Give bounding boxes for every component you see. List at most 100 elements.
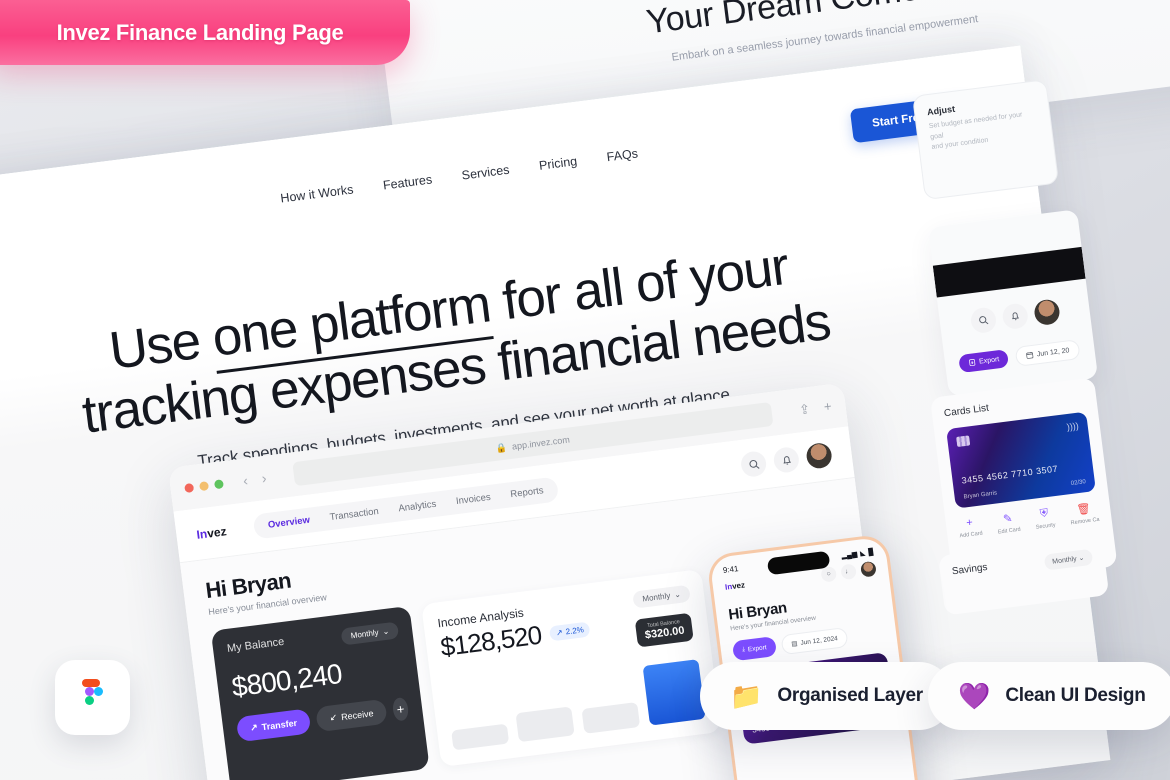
bell-icon[interactable]: ♩ bbox=[840, 563, 857, 581]
mockup-toolbar: Export Jun 12, 20 bbox=[944, 337, 1095, 376]
folder-icon: 📁 bbox=[730, 681, 763, 711]
trend-up-icon: ↗ bbox=[555, 627, 564, 638]
export-button[interactable]: ⤓ Export bbox=[731, 636, 777, 662]
tab-analytics[interactable]: Analytics bbox=[398, 499, 437, 515]
card-action-label: Remove Ca bbox=[1070, 516, 1100, 527]
nav-item-how-it-works[interactable]: How it Works bbox=[280, 182, 355, 205]
bell-icon[interactable] bbox=[1000, 302, 1029, 331]
tab-transaction[interactable]: Transaction bbox=[329, 506, 379, 523]
minimize-icon[interactable] bbox=[198, 480, 210, 491]
income-period-label: Monthly bbox=[641, 591, 671, 604]
date-label: Jun 12, 20 bbox=[1036, 346, 1070, 358]
arrow-down-left-icon: ↙ bbox=[329, 711, 338, 723]
date-picker[interactable]: ▤ Jun 12, 2024 bbox=[780, 626, 849, 656]
receive-label: Receive bbox=[340, 707, 375, 722]
window-controls[interactable] bbox=[184, 478, 224, 493]
card-action-add[interactable]: +Add Card bbox=[957, 516, 983, 541]
battery-icon: ▉ bbox=[868, 548, 875, 557]
avatar[interactable] bbox=[860, 560, 877, 578]
credit-card-visual: )))) 3455 4562 7710 3507 Bryan Garris 02… bbox=[946, 411, 1096, 509]
transfer-button[interactable]: ↗ Transfer bbox=[235, 708, 312, 743]
title-badge: Invez Finance Landing Page bbox=[0, 0, 410, 65]
figma-badge bbox=[55, 660, 130, 735]
chart-bar bbox=[581, 701, 641, 734]
nav-item-faqs[interactable]: FAQs bbox=[606, 146, 639, 164]
export-label: Export bbox=[747, 643, 768, 653]
tab-reports[interactable]: Reports bbox=[510, 485, 544, 500]
tab-invoices[interactable]: Invoices bbox=[455, 492, 491, 507]
purple-heart-icon: 💜 bbox=[958, 681, 991, 711]
trash-icon: 🗑 bbox=[1075, 502, 1092, 517]
card-action-edit[interactable]: ✎Edit Card bbox=[996, 511, 1022, 536]
card-expiry: 02/30 bbox=[1070, 479, 1087, 487]
search-icon[interactable] bbox=[739, 450, 768, 479]
screenshot-stage: Saving Your Money to Make Your Dream Com… bbox=[0, 0, 1170, 780]
card-action-security[interactable]: ⛨Security bbox=[1033, 506, 1056, 531]
transfer-label: Transfer bbox=[261, 717, 298, 732]
nav-links: How it Works Features Services Pricing F… bbox=[280, 146, 639, 205]
mockup-black-bar bbox=[932, 246, 1086, 298]
contactless-icon: )))) bbox=[1066, 420, 1080, 433]
date-picker[interactable]: Jun 12, 20 bbox=[1014, 339, 1081, 367]
app-header-icons bbox=[739, 441, 834, 479]
nav-item-features[interactable]: Features bbox=[382, 172, 433, 192]
export-label: Export bbox=[978, 355, 1000, 366]
app-logo[interactable]: Invez bbox=[196, 524, 228, 542]
adjust-card-mockup: Adjust Set budget as needed for your goa… bbox=[912, 79, 1060, 201]
card-number: 3455 4562 7710 3507 bbox=[960, 463, 1059, 486]
card-holder: Bryan Garris bbox=[963, 490, 998, 501]
nav-item-pricing[interactable]: Pricing bbox=[538, 154, 578, 173]
title-badge-label: Invez Finance Landing Page bbox=[56, 19, 344, 45]
income-analysis-card: Income Analysis $128,520 ↗ 2.2% Monthly ⌄ … bbox=[421, 569, 722, 768]
income-change-badge: ↗ 2.2% bbox=[549, 621, 591, 642]
forward-icon[interactable]: › bbox=[261, 470, 268, 486]
browser-actions: ⇪ + bbox=[798, 398, 832, 418]
avatar[interactable] bbox=[805, 441, 834, 470]
figma-logo-icon bbox=[73, 675, 113, 720]
arrow-up-right-icon: ↗ bbox=[249, 721, 259, 733]
savings-period-label: Monthly bbox=[1051, 555, 1078, 566]
balance-period-label: Monthly bbox=[350, 627, 380, 641]
savings-title: Savings bbox=[951, 561, 989, 578]
balance-amount: $800,240 bbox=[230, 657, 344, 703]
wifi-icon: ◣ bbox=[859, 549, 866, 558]
export-button[interactable]: Export bbox=[958, 349, 1010, 374]
card-action-label: Add Card bbox=[959, 530, 984, 540]
card-action-remove[interactable]: 🗑 Remove Ca bbox=[1068, 501, 1100, 527]
bell-icon[interactable] bbox=[772, 445, 801, 474]
organised-layer-label: Organised Layer bbox=[777, 685, 923, 706]
my-balance-card: My Balance Monthly ⌄ $800,240 ↗ Transfer ↙… bbox=[210, 605, 430, 780]
income-change-label: 2.2% bbox=[565, 625, 585, 637]
share-icon[interactable]: ⇪ bbox=[798, 401, 811, 418]
balance-period-dropdown[interactable]: Monthly ⌄ bbox=[340, 621, 400, 646]
plus-icon: + bbox=[965, 516, 974, 530]
new-tab-icon[interactable]: + bbox=[823, 398, 833, 415]
tab-overview[interactable]: Overview bbox=[267, 515, 310, 531]
chart-bar bbox=[451, 723, 510, 751]
app-logo-rest: vez bbox=[206, 523, 228, 541]
plus-icon: + bbox=[395, 701, 406, 718]
shield-icon: ⛨ bbox=[1039, 507, 1049, 521]
mockup-header-icons bbox=[939, 295, 1091, 339]
back-icon[interactable]: ‹ bbox=[242, 472, 249, 488]
nav-item-services[interactable]: Services bbox=[461, 163, 510, 183]
maximize-icon[interactable] bbox=[213, 478, 224, 489]
url-text: app.invez.com bbox=[511, 434, 571, 452]
lock-icon: 🔒 bbox=[495, 441, 508, 454]
phone-logo[interactable]: Invez bbox=[725, 580, 746, 591]
close-icon[interactable] bbox=[184, 482, 195, 493]
savings-period-dropdown[interactable]: Monthly ⌄ bbox=[1043, 548, 1094, 571]
avatar[interactable] bbox=[1032, 298, 1061, 327]
income-bar-chart bbox=[445, 649, 706, 751]
search-icon[interactable] bbox=[969, 306, 997, 335]
receive-button[interactable]: ↙ Receive bbox=[315, 698, 388, 733]
browser-nav: ‹ › bbox=[242, 470, 267, 489]
card-action-label: Edit Card bbox=[997, 526, 1022, 536]
add-action-button[interactable]: + bbox=[391, 696, 410, 722]
card-action-label: Security bbox=[1035, 522, 1056, 531]
clean-ui-label: Clean UI Design bbox=[1005, 685, 1146, 706]
clean-ui-badge: 💜 Clean UI Design bbox=[928, 662, 1170, 730]
card-actions: +Add Card ✎Edit Card ⛨Security 🗑Remove C… bbox=[957, 501, 1100, 540]
chevron-down-icon: ⌄ bbox=[673, 589, 682, 600]
chart-tooltip: Total Balance $320.00 bbox=[634, 612, 694, 648]
